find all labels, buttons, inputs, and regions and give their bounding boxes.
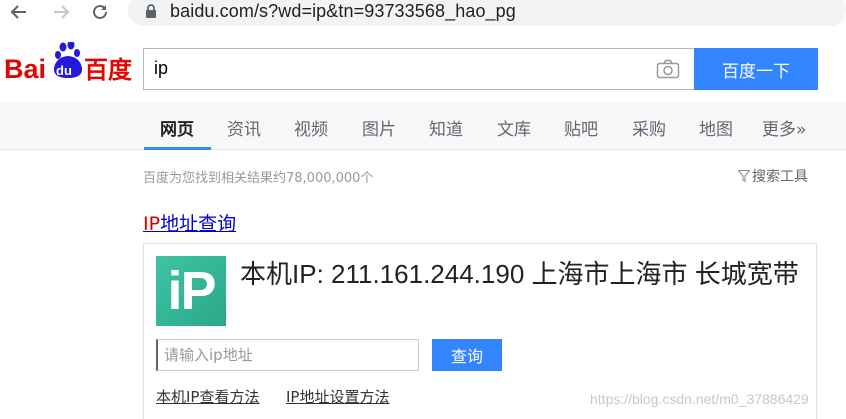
logo-text-du: du bbox=[56, 63, 72, 78]
logo-text-latin: Bai bbox=[4, 54, 46, 84]
search-tools-label: 搜索工具 bbox=[752, 169, 808, 185]
tab-bar: 网页 资讯 视频 图片 知道 文库 贴吧 采购 地图 更多» bbox=[0, 103, 846, 150]
ip-title-rest: 地址查询 bbox=[160, 213, 237, 235]
browser-toolbar: baidu.com/s?wd=ip&tn=93733568_hao_pg bbox=[0, 0, 846, 26]
active-tab-indicator bbox=[144, 147, 211, 150]
search-button[interactable]: 百度一下 bbox=[694, 48, 818, 90]
tab-webpage[interactable]: 网页 bbox=[160, 115, 194, 140]
funnel-icon bbox=[738, 170, 750, 183]
ip-result-title-link[interactable]: IP地址查询 bbox=[143, 209, 236, 236]
logo-text-cn: 百度 bbox=[84, 56, 133, 84]
arrow-right-icon bbox=[54, 5, 70, 19]
watermark: https://blog.csdn.net/m0_37886429 bbox=[590, 391, 809, 407]
camera-icon[interactable] bbox=[656, 59, 680, 83]
ip-title-em: IP bbox=[143, 213, 161, 235]
search-input[interactable]: ip bbox=[143, 48, 694, 90]
ip-logo: iP bbox=[156, 256, 226, 326]
url-text[interactable]: baidu.com/s?wd=ip&tn=93733568_hao_pg bbox=[170, 1, 516, 22]
reload-icon bbox=[93, 4, 107, 19]
reload-button[interactable] bbox=[86, 0, 114, 24]
search-tools-button[interactable]: 搜索工具 bbox=[738, 166, 808, 186]
tab-news[interactable]: 资讯 bbox=[227, 115, 261, 140]
lock-icon[interactable] bbox=[145, 4, 157, 23]
arrow-left-icon bbox=[10, 5, 26, 19]
back-button[interactable] bbox=[5, 0, 33, 24]
ip-info-text: 本机IP: 211.161.244.190 上海市上海市 长城宽带 bbox=[240, 259, 799, 289]
tab-zhidao[interactable]: 知道 bbox=[429, 115, 463, 140]
tab-video[interactable]: 视频 bbox=[294, 115, 328, 140]
tab-procurement[interactable]: 采购 bbox=[632, 115, 666, 140]
tab-tieba[interactable]: 贴吧 bbox=[564, 115, 598, 140]
tab-map[interactable]: 地图 bbox=[699, 115, 733, 140]
tab-images[interactable]: 图片 bbox=[362, 115, 396, 140]
tab-wenku[interactable]: 文库 bbox=[497, 115, 531, 140]
ip-address-input[interactable]: 请输入ip地址 bbox=[156, 339, 419, 371]
result-count: 百度为您找到相关结果约78,000,000个 bbox=[143, 171, 374, 186]
ip-query-button[interactable]: 查询 bbox=[432, 339, 502, 371]
ip-setting-method-link[interactable]: IP地址设置方法 bbox=[286, 386, 389, 407]
baidu-logo[interactable]: Bai du 百度 bbox=[4, 40, 134, 84]
search-input-value: ip bbox=[154, 58, 169, 78]
ip-view-method-link[interactable]: 本机IP查看方法 bbox=[156, 386, 259, 407]
forward-button[interactable] bbox=[47, 0, 75, 24]
tab-more[interactable]: 更多» bbox=[762, 115, 806, 140]
